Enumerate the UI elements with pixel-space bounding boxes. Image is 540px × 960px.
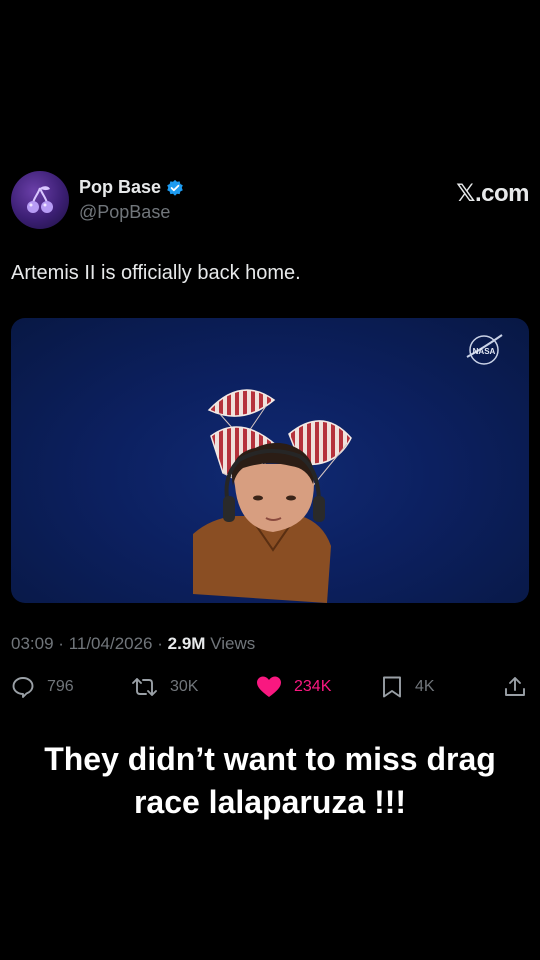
cherry-logo-icon: [27, 186, 53, 213]
author-name-row: Pop Base: [79, 177, 184, 198]
tweet-meta: 03:09 · 11/04/2026 · 2.9M Views: [11, 634, 255, 654]
repost-count: 30K: [170, 678, 199, 695]
page: Pop Base @PopBase 𝕏.com Artemis II is of…: [0, 0, 540, 960]
heart-icon: [257, 676, 281, 697]
tweet-text: Artemis II is officially back home.: [11, 262, 301, 284]
tweet-date[interactable]: 11/04/2026: [69, 634, 153, 653]
author-name[interactable]: Pop Base: [79, 177, 161, 198]
repost-button[interactable]: 30K: [131, 672, 198, 702]
person-cutout: [193, 442, 331, 603]
verified-badge-icon: [167, 179, 183, 196]
views-count[interactable]: 2.9M: [168, 634, 206, 653]
repost-icon: [132, 678, 157, 696]
bookmark-icon: [383, 676, 401, 698]
views-label: Views: [210, 634, 256, 653]
avatar[interactable]: [11, 171, 69, 229]
action-bar: 796 30K 234K 4K: [11, 672, 529, 702]
share-button[interactable]: [503, 672, 527, 702]
share-icon: [505, 677, 525, 696]
nasa-logo-icon: NASA: [466, 334, 503, 365]
like-button[interactable]: 234K: [256, 672, 331, 702]
meta-separator-2: ·: [157, 634, 163, 653]
bookmark-count: 4K: [415, 678, 435, 695]
reply-count: 796: [47, 678, 74, 695]
tweet-time[interactable]: 03:09: [11, 634, 54, 653]
media-image: [193, 389, 352, 603]
brand-logo: 𝕏.com: [456, 180, 529, 207]
tweet-header: Pop Base @PopBase 𝕏.com: [11, 171, 529, 231]
reply-button[interactable]: 796: [11, 672, 74, 702]
like-count: 234K: [294, 678, 332, 695]
video-caption: They didn’t want to miss drag race lalap…: [44, 741, 496, 820]
bookmark-button[interactable]: 4K: [381, 672, 435, 702]
tweet-media[interactable]: NASA: [11, 318, 529, 603]
author-handle[interactable]: @PopBase: [79, 202, 170, 223]
meta-separator-1: ·: [58, 634, 64, 653]
svg-text:NASA: NASA: [473, 347, 496, 356]
reply-icon: [12, 677, 34, 698]
